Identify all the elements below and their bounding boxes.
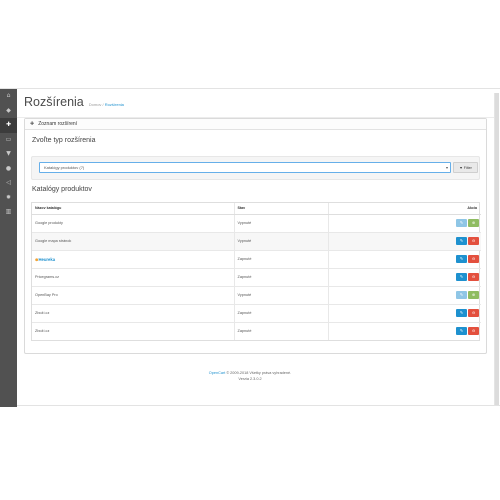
- row-actions: ✎ ⊕: [328, 285, 481, 304]
- breadcrumb: Domov / Rozšírenia: [89, 102, 124, 107]
- footer-copyright: © 2009-2018 Všetky práva vyhradené.: [226, 371, 292, 375]
- catalog-status: Zapnuté: [234, 249, 329, 268]
- filter-button[interactable]: ▼ Filter: [453, 162, 478, 173]
- catalog-status: Vypnuté: [234, 213, 329, 232]
- table-row: Zboží.cz Zapnuté ✎ ⊖: [32, 303, 481, 322]
- catalog-table: Názov katalógu Stav Akcia Google produkt…: [31, 202, 481, 341]
- install-button[interactable]: ⊕: [468, 219, 479, 227]
- plus-circle-icon: ⊕: [471, 220, 476, 225]
- uninstall-button[interactable]: ⊖: [468, 327, 479, 336]
- table-header-row: Názov katalógu Stav Akcia: [32, 203, 481, 215]
- table-row: Google produkty Vypnuté ✎ ⊕: [32, 213, 481, 232]
- filter-button-label: Filter: [463, 165, 472, 170]
- table-row: Pricegrams.cz Zapnuté ✎ ⊖: [32, 267, 481, 286]
- edit-button[interactable]: ✎: [456, 327, 467, 336]
- column-header-name: Názov katalógu: [32, 203, 235, 215]
- catalog-name: Google mapa stránok: [32, 231, 235, 250]
- row-actions: ✎ ⊖: [328, 321, 481, 340]
- uninstall-button[interactable]: ⊖: [468, 255, 479, 263]
- chevron-down-icon: ▾: [445, 165, 448, 170]
- panel-heading-title: Zoznam rozšírení: [38, 121, 78, 127]
- panel-heading: ✚ Zoznam rozšírení: [25, 119, 486, 130]
- pencil-icon: ✎: [459, 292, 464, 297]
- edit-button[interactable]: ✎: [456, 273, 467, 281]
- page-title: Rozšírenia: [24, 95, 84, 109]
- pencil-icon: ✎: [459, 220, 464, 225]
- column-header-actions: Akcia: [328, 203, 481, 215]
- catalog-status: Zapnuté: [234, 321, 329, 340]
- opencart-link[interactable]: OpenCart: [209, 371, 225, 375]
- dashboard-icon[interactable]: ⌂: [0, 89, 17, 104]
- uninstall-button[interactable]: ⊖: [468, 237, 479, 245]
- share-icon[interactable]: ◁: [0, 176, 17, 191]
- catalog-name: Pricegrams.cz: [32, 267, 235, 286]
- row-actions: ✎ ⊖: [328, 303, 481, 322]
- scrollbar-thumb[interactable]: [495, 93, 499, 405]
- shopping-cart-icon[interactable]: ▼: [0, 147, 17, 162]
- page-header: Rozšírenia Domov / Rozšírenia: [24, 95, 124, 113]
- edit-button[interactable]: ✎: [456, 309, 467, 317]
- choose-type-title: Zvoľte typ rozšírenia: [32, 137, 96, 144]
- tag-icon[interactable]: ◆: [0, 104, 17, 119]
- footer-version: Verzia 2.3.0.2: [238, 377, 262, 381]
- row-actions: ✎ ⊖: [328, 267, 481, 286]
- minus-circle-icon: ⊖: [471, 256, 476, 261]
- row-actions: ✎ ⊕: [328, 213, 481, 232]
- heureka-logo: ⊛Heureka: [35, 256, 56, 262]
- extensions-panel: ✚ Zoznam rozšírení Zvoľte typ rozšírenia…: [24, 118, 487, 354]
- column-header-status: Stav: [234, 203, 329, 215]
- uninstall-button[interactable]: ⊖: [468, 309, 479, 317]
- catalog-name: OpenBay Pro: [32, 285, 235, 304]
- list-title: Katalógy produktov: [32, 186, 92, 193]
- catalog-name: ⊛Heureka: [32, 249, 235, 268]
- extension-type-select[interactable]: Katalógy produktov (7) ▾: [39, 162, 451, 173]
- catalog-status: Vypnuté: [234, 285, 329, 304]
- table-row: OpenBay Pro Vypnuté ✎ ⊕: [32, 285, 481, 304]
- pencil-icon: ✎: [459, 274, 464, 279]
- breadcrumb-current[interactable]: Rozšírenia: [105, 102, 124, 107]
- pencil-icon: ✎: [459, 328, 464, 334]
- table-row: Zboží.cz Zapnuté ✎ ⊖: [32, 321, 481, 340]
- select-value: Katalógy produktov (7): [44, 165, 85, 170]
- bar-chart-icon[interactable]: ▥: [0, 205, 17, 220]
- catalog-name: Google produkty: [32, 213, 235, 232]
- uninstall-button[interactable]: ⊖: [468, 273, 479, 281]
- install-button[interactable]: ⊕: [468, 291, 479, 299]
- vertical-scrollbar[interactable]: [494, 93, 499, 405]
- plus-circle-icon: ⊕: [471, 292, 476, 297]
- catalog-name: Zboží.cz: [32, 303, 235, 322]
- sidebar: ⌂ ◆ ✚ ▭ ▼ ● ◁ ✹ ▥: [0, 89, 17, 407]
- catalog-status: Zapnuté: [234, 303, 329, 322]
- minus-circle-icon: ⊖: [471, 310, 476, 315]
- puzzle-icon: ✚: [30, 121, 35, 127]
- pencil-icon: ✎: [459, 310, 464, 315]
- app-window: ⌂ ◆ ✚ ▭ ▼ ● ◁ ✹ ▥ Rozšírenia Domov / Roz…: [0, 88, 500, 407]
- catalog-status: Vypnuté: [234, 231, 329, 250]
- catalog-status: Zapnuté: [234, 267, 329, 286]
- cog-icon[interactable]: ✹: [0, 191, 17, 206]
- minus-circle-icon: ⊖: [471, 328, 476, 334]
- filter-well: Katalógy produktov (7) ▾ ▼ Filter: [31, 156, 480, 180]
- minus-circle-icon: ⊖: [471, 238, 476, 243]
- row-actions: ✎ ⊖: [328, 249, 481, 268]
- page-footer: OpenCart © 2009-2018 Všetky práva vyhrad…: [0, 370, 500, 382]
- desktop-icon[interactable]: ▭: [0, 133, 17, 148]
- edit-button[interactable]: ✎: [456, 255, 467, 263]
- minus-circle-icon: ⊖: [471, 274, 476, 279]
- edit-button[interactable]: ✎: [456, 291, 467, 299]
- row-actions: ✎ ⊖: [328, 231, 481, 250]
- table-row: Google mapa stránok Vypnuté ✎ ⊖: [32, 231, 481, 250]
- pencil-icon: ✎: [459, 256, 464, 261]
- breadcrumb-home[interactable]: Domov: [89, 102, 102, 107]
- edit-button[interactable]: ✎: [456, 237, 467, 245]
- edit-button[interactable]: ✎: [456, 219, 467, 227]
- pencil-icon: ✎: [459, 238, 464, 243]
- catalog-name: Zboží.cz: [32, 321, 235, 340]
- puzzle-icon[interactable]: ✚: [0, 118, 17, 133]
- table-row: ⊛Heureka Zapnuté ✎ ⊖: [32, 249, 481, 268]
- user-icon[interactable]: ●: [0, 162, 17, 177]
- filter-icon: ▼: [459, 165, 463, 170]
